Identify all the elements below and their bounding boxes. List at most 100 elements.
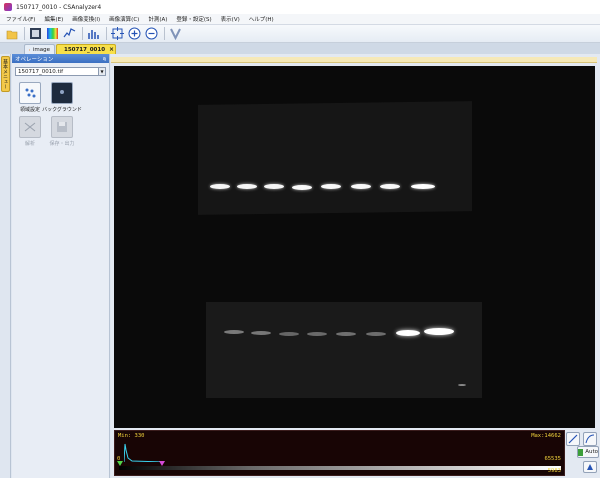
gel-band — [366, 332, 386, 336]
pin-icon[interactable]: ą — [103, 56, 106, 62]
panel-header: オペレーション ą — [12, 54, 109, 63]
side-tab-basic-menu[interactable]: 基本メニュー — [1, 56, 10, 92]
window-title: 150717_0010 - CSAnalyzer4 — [16, 3, 102, 11]
tab-150717-0010[interactable]: 150717_0010 × — [56, 44, 116, 54]
operation-panel: オペレーション ą 150717_0010.tif ▼ 領域設定 バックグラウン… — [12, 54, 110, 478]
analysis-mode-button[interactable] — [168, 26, 183, 41]
invert-button[interactable] — [583, 461, 597, 473]
close-icon[interactable]: × — [109, 46, 114, 53]
toolbar-separator — [164, 27, 165, 40]
max-slider-handle[interactable] — [159, 461, 165, 466]
histogram-panel[interactable]: Min: 330 Max:14662 0 65535 5983 — [114, 430, 565, 476]
histogram-range-max: 65535 — [544, 456, 561, 462]
background-label: バックグラウンド — [42, 107, 82, 113]
auto-check-icon — [578, 448, 584, 456]
menu-file[interactable]: ファイル(F) — [6, 15, 35, 23]
auto-label: Auto — [585, 449, 598, 455]
gel-band — [224, 330, 244, 334]
tab-active-label: 150717_0010 — [64, 46, 106, 53]
menu-image-calc[interactable]: 画像演算(C) — [109, 15, 139, 23]
app-logo-icon — [4, 3, 12, 11]
fit-window-button[interactable] — [110, 26, 125, 41]
toolbar-separator — [24, 27, 25, 40]
fit-window-icon — [111, 27, 124, 40]
analysis-icon — [19, 116, 41, 138]
region-setting-label: 領域設定 — [19, 107, 40, 113]
histogram-button[interactable] — [86, 26, 101, 41]
menu-view[interactable]: 表示(V) — [221, 15, 240, 23]
color-map-icon — [47, 28, 58, 39]
menu-help[interactable]: ヘルプ(H) — [249, 15, 274, 23]
line-profile-button[interactable] — [62, 26, 77, 41]
zoom-in-button[interactable] — [127, 26, 142, 41]
file-select[interactable]: 150717_0010.tif ▼ — [15, 67, 106, 76]
color-map-button[interactable] — [45, 26, 60, 41]
gamma-curve-icon — [585, 434, 595, 444]
side-tab-bar: 基本メニュー — [0, 54, 11, 478]
menu-settings[interactable]: 登録・設定(S) — [176, 15, 211, 23]
zoom-out-button[interactable] — [144, 26, 159, 41]
image-list-icon — [30, 28, 41, 39]
image-list-button[interactable] — [28, 26, 43, 41]
gel-image-viewer[interactable] — [114, 66, 595, 428]
toolbar-separator — [82, 27, 83, 40]
tab-strip: image 150717_0010 × — [0, 43, 600, 54]
menu-image-convert[interactable]: 画像変換(I) — [72, 15, 100, 23]
title-bar: 150717_0010 - CSAnalyzer4 — [0, 0, 600, 14]
gel-band — [210, 184, 230, 189]
gel-band — [351, 184, 371, 189]
zoom-in-icon — [128, 27, 141, 40]
image-ruler — [111, 57, 597, 63]
folder-icon — [6, 30, 17, 39]
background-icon — [51, 82, 73, 104]
save-output-label: 保存・出力 — [49, 141, 75, 147]
gel-band — [411, 184, 435, 189]
background-button[interactable]: バックグラウンド — [42, 82, 82, 116]
invert-icon — [587, 464, 593, 470]
gamma-curve-button[interactable] — [583, 432, 597, 446]
file-select-value: 150717_0010.tif — [18, 68, 64, 75]
analysis-label: 解析 — [24, 141, 35, 147]
lower-gel — [206, 302, 482, 398]
region-setting-button[interactable]: 領域設定 — [15, 82, 45, 116]
histogram-curve — [124, 443, 164, 462]
gel-band — [336, 332, 356, 336]
gel-band — [321, 184, 341, 189]
tab-image-label: image — [32, 46, 50, 53]
image-tab-icon — [29, 49, 30, 50]
open-folder-button[interactable] — [4, 26, 19, 41]
histogram-current-max: 5983 — [547, 468, 561, 474]
save-output-button: 保存・出力 — [47, 116, 77, 150]
gel-band — [279, 332, 299, 336]
menu-measure[interactable]: 計測(A) — [148, 15, 167, 23]
gel-band — [307, 332, 327, 336]
histogram-icon — [88, 30, 99, 39]
linear-curve-icon — [568, 434, 578, 444]
gel-band — [264, 184, 284, 189]
menu-edit[interactable]: 編集(E) — [44, 15, 63, 23]
contrast-controls: Auto — [565, 430, 600, 478]
linear-curve-button[interactable] — [566, 432, 580, 446]
chevron-down-icon: ▼ — [98, 68, 105, 75]
gel-band — [251, 331, 271, 335]
intensity-scale — [119, 466, 561, 470]
analysis-button: 解析 — [15, 116, 45, 150]
upper-gel — [198, 101, 472, 215]
histogram-min: Min: 330 — [118, 433, 145, 439]
line-profile-icon — [63, 28, 76, 38]
zoom-out-icon — [145, 27, 158, 40]
save-icon — [51, 116, 73, 138]
toolbar — [0, 25, 600, 43]
histogram-max: Max:14662 — [531, 433, 561, 439]
gel-artifact — [458, 384, 466, 386]
region-icon — [19, 82, 41, 104]
auto-contrast-button[interactable]: Auto — [577, 446, 599, 458]
min-slider-handle[interactable] — [117, 461, 123, 466]
gel-band — [396, 330, 420, 336]
gel-band — [380, 184, 400, 189]
gel-band — [292, 185, 312, 190]
v-shape-icon — [170, 28, 181, 40]
gel-band — [424, 328, 454, 335]
menu-bar: ファイル(F) 編集(E) 画像変換(I) 画像演算(C) 計測(A) 登録・設… — [0, 14, 600, 25]
tab-image[interactable]: image — [24, 44, 55, 54]
